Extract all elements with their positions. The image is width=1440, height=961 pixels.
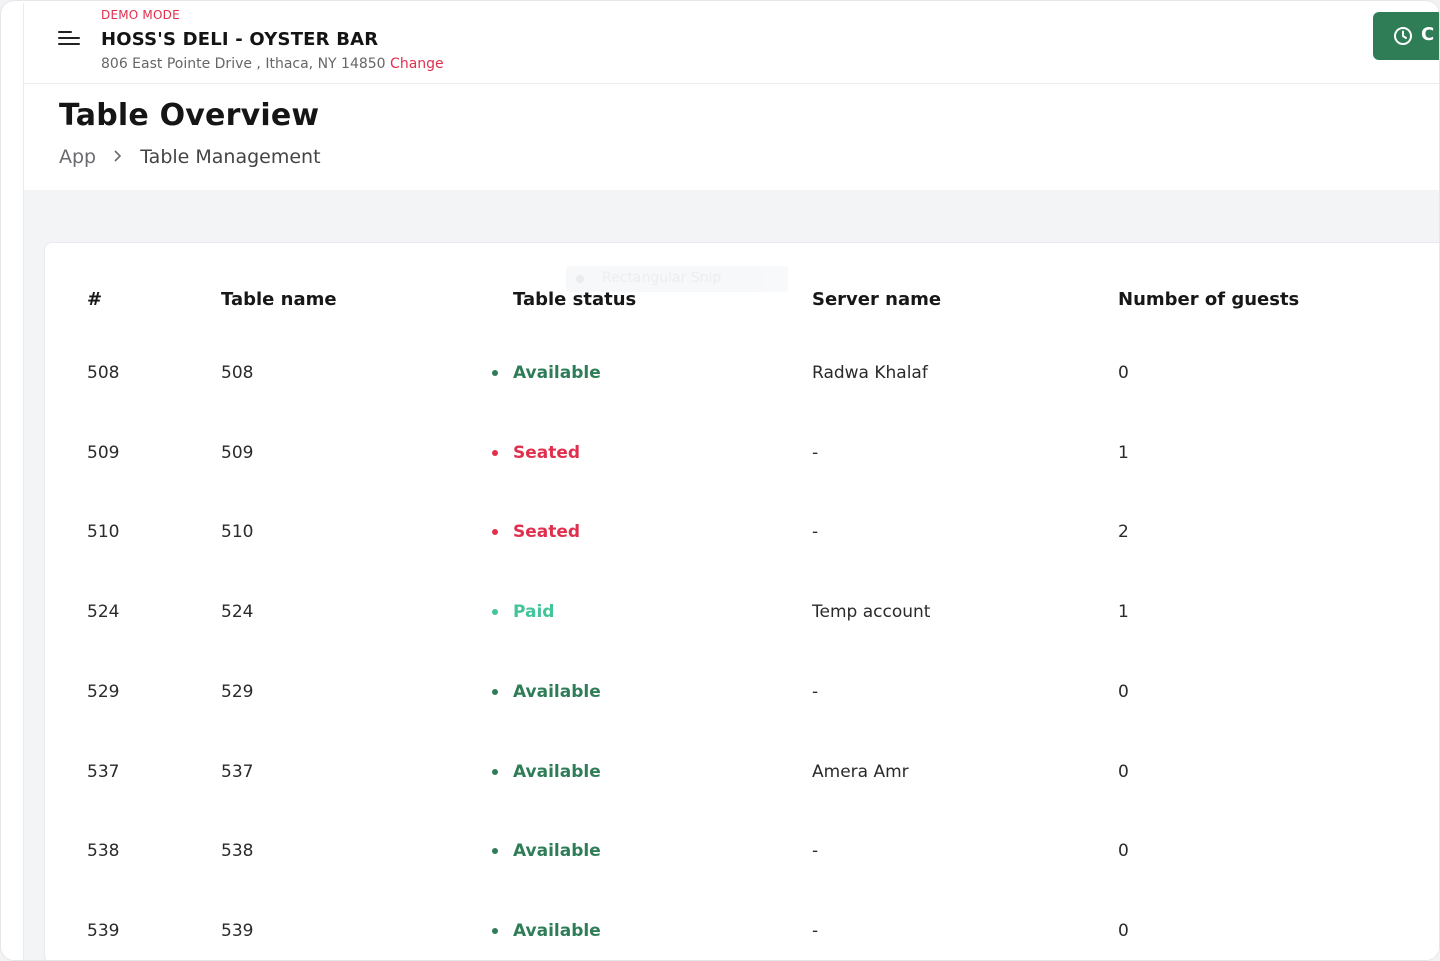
guest-count: 0 <box>1118 920 1129 941</box>
app-window: DEMO MODE HOSS'S DELI - OYSTER BAR 806 E… <box>0 0 1440 961</box>
table-row[interactable]: 539 539 Available - 0 <box>45 891 1439 960</box>
status-badge: Seated <box>492 492 580 572</box>
server-name: - <box>812 681 819 702</box>
tables-card: Rectangular Snip # Table name Table stat… <box>44 242 1439 960</box>
status-text: Available <box>513 681 601 702</box>
breadcrumb-current: Table Management <box>140 146 321 168</box>
table-row[interactable]: 529 529 Available - 0 <box>45 652 1439 732</box>
table-number: 537 <box>87 761 120 782</box>
table-name: 524 <box>221 602 254 623</box>
table-name: 510 <box>221 522 254 543</box>
status-badge: Available <box>492 811 601 891</box>
server-name: - <box>812 442 819 463</box>
clock-action-label: C <box>1421 24 1435 45</box>
status-dot-icon <box>492 529 498 536</box>
status-badge: Paid <box>492 572 554 652</box>
top-bar: DEMO MODE HOSS'S DELI - OYSTER BAR 806 E… <box>24 3 1439 84</box>
column-header-number[interactable]: # <box>87 259 102 339</box>
guest-count: 2 <box>1118 522 1129 543</box>
guest-count: 1 <box>1118 602 1129 623</box>
column-header-table-name[interactable]: Table name <box>221 259 337 339</box>
breadcrumb: App Table Management <box>59 146 321 168</box>
server-name: - <box>812 841 819 862</box>
restaurant-address: 806 East Pointe Drive , Ithaca, NY 14850… <box>101 56 444 72</box>
status-dot-icon <box>492 768 498 775</box>
status-text: Seated <box>513 522 581 543</box>
guest-count: 0 <box>1118 363 1129 383</box>
page-header: Table Overview App Table Management <box>24 84 1439 190</box>
server-name: Temp account <box>812 602 931 623</box>
page-title: Table Overview <box>59 98 320 133</box>
chevron-right-icon <box>102 146 134 168</box>
table-number: 508 <box>87 363 120 383</box>
server-name: - <box>812 522 819 543</box>
table-name: 529 <box>221 681 254 702</box>
status-text: Available <box>513 920 601 941</box>
table-number: 509 <box>87 442 120 463</box>
status-text: Available <box>513 761 601 782</box>
table-number: 524 <box>87 602 120 623</box>
status-badge: Available <box>492 333 601 413</box>
breadcrumb-home[interactable]: App <box>59 146 96 168</box>
status-badge: Seated <box>492 413 580 493</box>
table-row[interactable]: 524 524 Paid Temp account 1 <box>45 572 1439 652</box>
table-name: 509 <box>221 442 254 463</box>
address-text: 806 East Pointe Drive , Ithaca, NY 14850 <box>101 56 386 72</box>
status-text: Seated <box>513 442 581 463</box>
status-dot-icon <box>492 370 498 376</box>
demo-mode-badge: DEMO MODE <box>101 8 180 22</box>
guest-count: 0 <box>1118 681 1129 702</box>
status-text: Available <box>513 363 601 383</box>
table-name: 539 <box>221 920 254 941</box>
column-header-table-status[interactable]: Table status <box>513 259 636 339</box>
status-text: Available <box>513 841 601 862</box>
status-text: Paid <box>513 602 555 623</box>
status-badge: Available <box>492 732 601 812</box>
status-dot-icon <box>492 848 498 855</box>
column-header-number-of-guests[interactable]: Number of guests <box>1118 259 1299 339</box>
table-name: 508 <box>221 363 254 383</box>
status-dot-icon <box>492 449 498 456</box>
server-name: Amera Amr <box>812 761 909 782</box>
change-location-link[interactable]: Change <box>390 56 444 72</box>
status-badge: Available <box>492 652 601 732</box>
server-name: - <box>812 920 819 941</box>
column-header-server-name[interactable]: Server name <box>812 259 941 339</box>
guest-count: 1 <box>1118 442 1129 463</box>
table-row[interactable]: 508 508 Available Radwa Khalaf 0 <box>45 333 1439 413</box>
menu-line <box>58 31 72 33</box>
status-dot-icon <box>492 927 498 934</box>
table-name: 538 <box>221 841 254 862</box>
table-row[interactable]: 538 538 Available - 0 <box>45 811 1439 891</box>
table-row[interactable]: 510 510 Seated - 2 <box>45 492 1439 572</box>
table-header-row: # Table name Table status Server name Nu… <box>45 259 1439 339</box>
clock-action-button[interactable]: C <box>1373 12 1439 60</box>
menu-line <box>58 37 80 39</box>
table-number: 538 <box>87 841 120 862</box>
server-name: Radwa Khalaf <box>812 363 928 383</box>
app-shell: DEMO MODE HOSS'S DELI - OYSTER BAR 806 E… <box>23 3 1439 960</box>
table-number: 539 <box>87 920 120 941</box>
status-dot-icon <box>492 609 498 616</box>
status-dot-icon <box>492 688 498 695</box>
clock-icon <box>1394 27 1412 45</box>
table-row[interactable]: 537 537 Available Amera Amr 0 <box>45 732 1439 812</box>
table-number: 529 <box>87 681 120 702</box>
restaurant-name: HOSS'S DELI - OYSTER BAR <box>101 29 379 50</box>
table-row[interactable]: 509 509 Seated - 1 <box>45 413 1439 493</box>
menu-line <box>58 43 80 45</box>
table-name: 537 <box>221 761 254 782</box>
guest-count: 0 <box>1118 841 1129 862</box>
table-number: 510 <box>87 522 120 543</box>
hamburger-menu-icon[interactable] <box>58 27 82 49</box>
status-badge: Available <box>492 891 601 960</box>
guest-count: 0 <box>1118 761 1129 782</box>
